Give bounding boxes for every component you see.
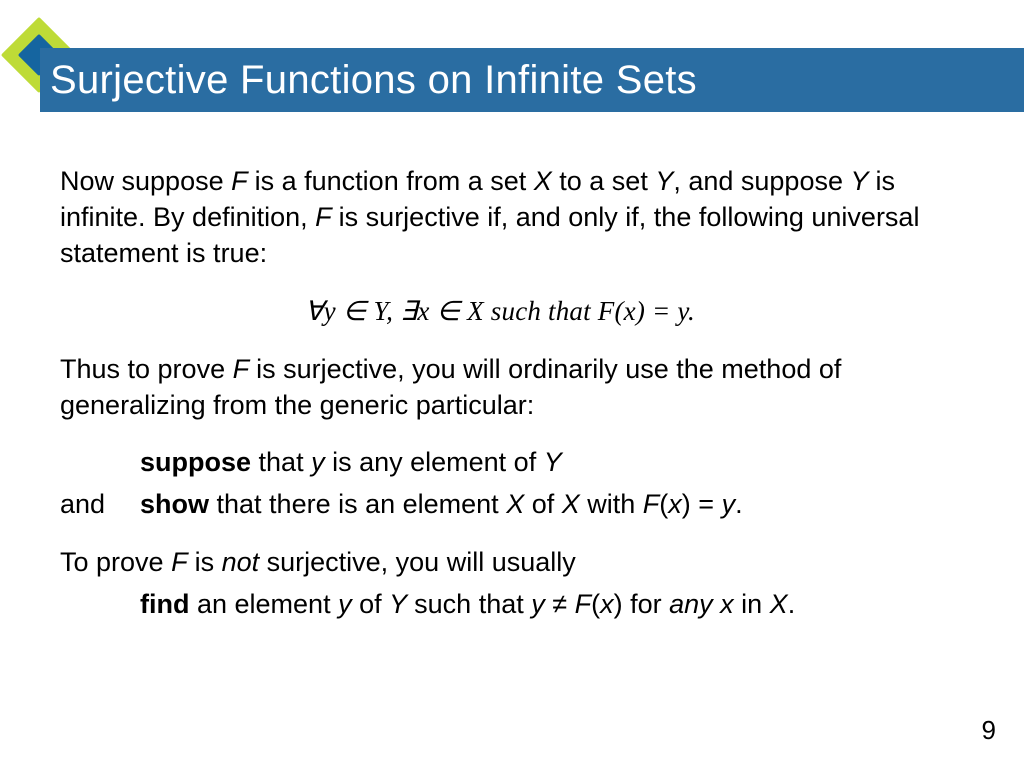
var-x: x [720, 589, 734, 619]
var-y: y [311, 447, 332, 477]
var-F: F [575, 589, 592, 619]
universal-statement-formula: ∀y ∈ Y, ∃x ∈ X such that F(x) = y. [60, 294, 940, 330]
text: is a function from a set [255, 166, 534, 196]
var-y: y [722, 489, 736, 519]
neq: ≠ [552, 589, 574, 619]
text: that [251, 447, 311, 477]
text: To prove [60, 547, 171, 577]
find-line: find an element y of Y such that y ≠ F(x… [140, 587, 900, 623]
intro-paragraph: Now suppose F is a function from a set X… [60, 164, 940, 272]
show-content: show that there is an element X of X wit… [140, 487, 743, 523]
var-y: y [531, 589, 552, 619]
text: surjective, you will usually [267, 547, 576, 577]
text: = [698, 489, 721, 519]
thus-paragraph: Thus to prove F is surjective, you will … [60, 352, 940, 424]
var-Y: Y [389, 589, 414, 619]
var-y: y [338, 589, 359, 619]
text: Thus to prove [60, 354, 233, 384]
formula-text: ∀y ∈ Y, ∃x ∈ X such that F(x) = y. [305, 296, 695, 326]
and-label: and [60, 487, 108, 523]
var-x: x [600, 589, 614, 619]
slide-body: Now suppose F is a function from a set X… [60, 164, 940, 629]
text: such that [414, 589, 531, 619]
keyword-show: show [140, 489, 209, 519]
text: , and suppose [673, 166, 850, 196]
var-F: F [315, 202, 339, 232]
var-F: F [643, 489, 660, 519]
show-line: and show that there is an element X of X… [60, 487, 940, 523]
var-X: X [562, 489, 588, 519]
text: . [788, 589, 796, 619]
text: Now suppose [60, 166, 231, 196]
var-Y: Y [655, 166, 673, 196]
text: in [734, 589, 770, 619]
negation-intro: To prove F is not surjective, you will u… [60, 545, 940, 581]
text: is any element of [332, 447, 544, 477]
text: ( [659, 489, 668, 519]
keyword-suppose: suppose [140, 447, 251, 477]
emph-any: any [669, 589, 720, 619]
text: to a set [559, 166, 655, 196]
suppose-line: suppose that y is any element of Y [140, 445, 940, 481]
var-X: X [534, 166, 560, 196]
text: that there is an element [209, 489, 506, 519]
var-X: X [506, 489, 532, 519]
var-F: F [171, 547, 195, 577]
var-F: F [233, 354, 257, 384]
text: an element [189, 589, 338, 619]
text: . [735, 489, 743, 519]
var-Y: Y [850, 166, 875, 196]
text: ( [591, 589, 600, 619]
page-number: 9 [982, 715, 996, 746]
text: for [630, 589, 669, 619]
emph-not: not [222, 547, 267, 577]
text: is [195, 547, 222, 577]
text: ) [682, 489, 699, 519]
keyword-find: find [140, 589, 189, 619]
text: with [587, 489, 643, 519]
text: of [532, 489, 562, 519]
var-Y: Y [544, 447, 562, 477]
var-F: F [231, 166, 255, 196]
var-x: x [668, 489, 682, 519]
slide-title: Surjective Functions on Infinite Sets [50, 58, 697, 103]
text: ) [614, 589, 631, 619]
var-X: X [770, 589, 788, 619]
title-bar: Surjective Functions on Infinite Sets [40, 48, 1024, 112]
text: of [359, 589, 389, 619]
